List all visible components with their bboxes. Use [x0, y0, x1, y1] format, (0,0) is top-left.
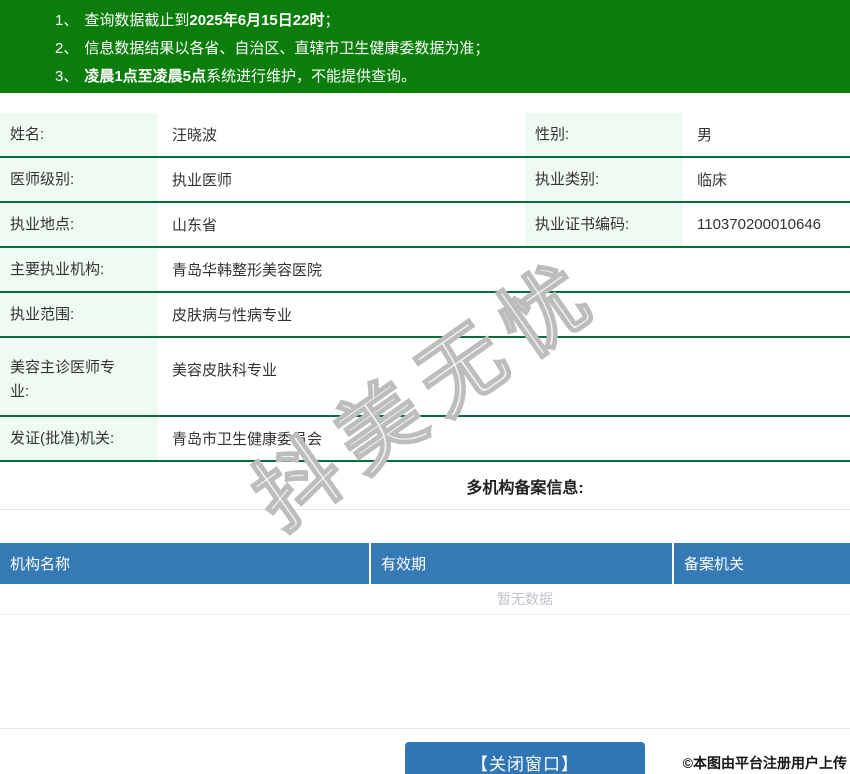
attribution-watermark: ©本图由平台注册用户上传: [682, 755, 847, 771]
page: 1、 查询数据截止到2025年6月15日22时； 2、 信息数据结果以各省、自治区、…: [0, 0, 850, 774]
notice-text: ；: [324, 12, 340, 29]
column-header-validity-period: 有效期: [371, 543, 674, 584]
filing-table-empty-state: 暂无数据: [0, 584, 850, 615]
practice-category-label: 执业类别:: [525, 158, 683, 201]
filing-section-title: 多机构备案信息:: [0, 462, 850, 510]
cosmetic-specialty-value: 美容皮肤科专业: [172, 362, 278, 379]
info-row-cosmetic-specialty: 美容主诊医师专业: 美容皮肤科专业: [0, 338, 850, 417]
filing-table-header: 机构名称 有效期 备案机关: [0, 543, 850, 584]
notice-banner: 1、 查询数据截止到2025年6月15日22时； 2、 信息数据结果以各省、自治区、…: [0, 0, 850, 93]
practitioner-info-table: 姓名: 汪晓波 性别: 男 医师级别: 执业医师 执业类别: 临床 执业地点: …: [0, 113, 850, 462]
notice-text: 系统进行维护，不能提供查询。: [206, 68, 417, 85]
notice-number: 3、: [55, 68, 79, 85]
practice-scope-label: 执业范围:: [0, 293, 158, 336]
notice-line: 2、 信息数据结果以各省、自治区、直辖市卫生健康委数据为准；: [55, 35, 850, 63]
notice-text: 信息数据结果以各省、自治区、直辖市卫生健康委数据为准；: [84, 40, 490, 57]
certificate-number-value: 110370200010646: [697, 216, 822, 233]
cosmetic-specialty-label: 美容主诊医师专业:: [0, 338, 158, 415]
notice-text-bold: 凌晨1点至凌晨5点: [84, 68, 207, 85]
doctor-level-label: 医师级别:: [0, 158, 158, 201]
name-label: 姓名:: [0, 113, 158, 156]
query-result-window: 1、 查询数据截止到2025年6月15日22时； 2、 信息数据结果以各省、自治区、…: [0, 0, 850, 774]
notice-line: 1、 查询数据截止到2025年6月15日22时；: [55, 7, 850, 35]
doctor-level-value: 执业医师: [172, 172, 233, 189]
main-institution-label: 主要执业机构:: [0, 248, 158, 291]
main-institution-value: 青岛华韩整形美容医院: [172, 262, 323, 279]
gender-label: 性别:: [525, 113, 683, 156]
info-row-main-institution: 主要执业机构: 青岛华韩整形美容医院: [0, 248, 850, 293]
info-row-practice-scope: 执业范围: 皮肤病与性病专业: [0, 293, 850, 338]
practice-scope-value: 皮肤病与性病专业: [172, 307, 293, 324]
notice-number: 2、: [55, 40, 79, 57]
info-row-level-category: 医师级别: 执业医师 执业类别: 临床: [0, 158, 850, 203]
close-window-button[interactable]: 【关闭窗口】: [405, 742, 645, 774]
practice-category-value: 临床: [697, 172, 728, 189]
issuing-authority-label: 发证(批准)机关:: [0, 417, 158, 460]
column-header-institution-name: 机构名称: [0, 543, 371, 584]
info-row-issuing-authority: 发证(批准)机关: 青岛市卫生健康委员会: [0, 417, 850, 462]
notice-text: 查询数据截止到: [84, 12, 190, 29]
gender-value: 男: [697, 127, 713, 144]
notice-text-bold: 2025年6月15日22时: [189, 12, 325, 29]
column-header-filing-authority: 备案机关: [684, 556, 745, 573]
info-row-location-certno: 执业地点: 山东省 执业证书编码: 110370200010646: [0, 203, 850, 248]
practice-location-label: 执业地点:: [0, 203, 158, 246]
practice-location-value: 山东省: [172, 217, 218, 234]
name-value: 汪晓波: [172, 127, 218, 144]
certificate-number-label: 执业证书编码:: [525, 203, 683, 246]
notice-line: 3、 凌晨1点至凌晨5点系统进行维护，不能提供查询。: [55, 63, 850, 91]
issuing-authority-value: 青岛市卫生健康委员会: [172, 431, 323, 448]
notice-number: 1、: [55, 12, 79, 29]
info-row-name-gender: 姓名: 汪晓波 性别: 男: [0, 113, 850, 158]
